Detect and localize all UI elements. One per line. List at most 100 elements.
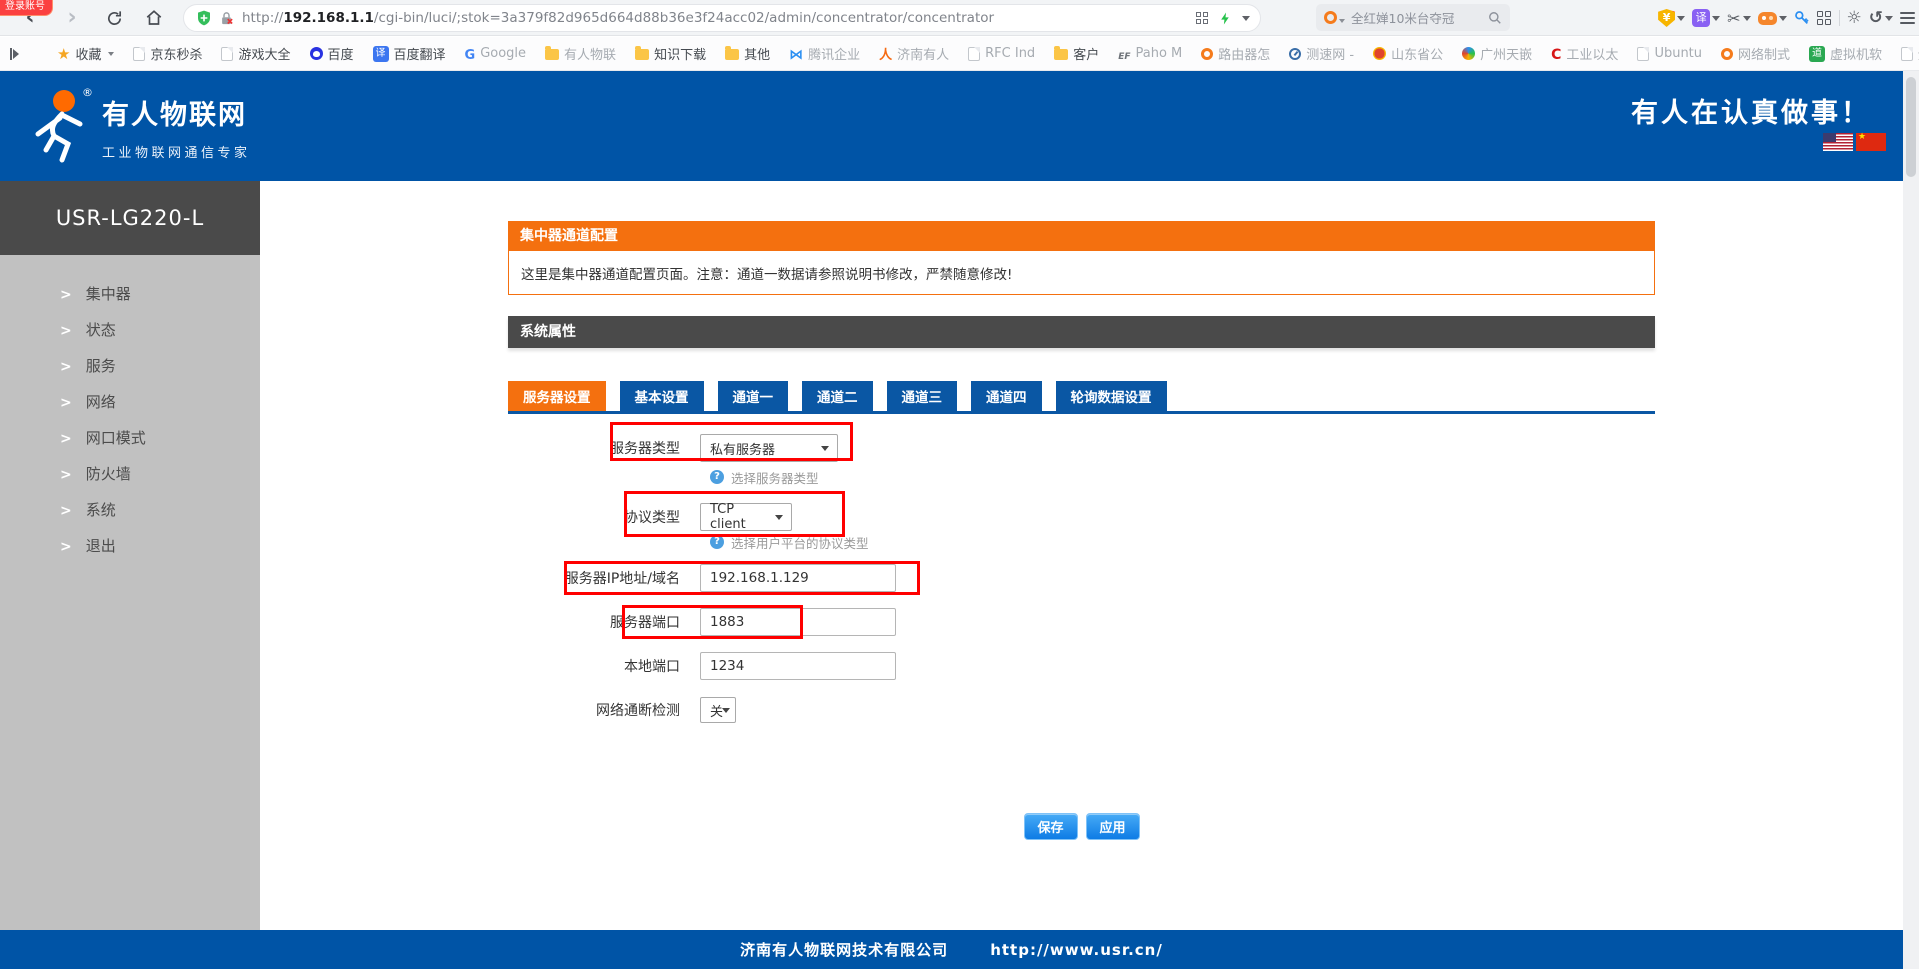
search-input[interactable]: 全红婵10米台夺冠 — [1351, 8, 1488, 27]
bookmark-item[interactable]: 虚拟机软 — [1809, 44, 1882, 63]
bookmark-item[interactable]: Ubuntu — [1637, 46, 1702, 61]
save-button[interactable]: 保存 — [1024, 813, 1078, 840]
search-engine-dropdown-icon[interactable] — [1339, 19, 1345, 23]
bookmark-item[interactable]: 广州天嵌 — [1462, 44, 1532, 63]
brand-title: 有人物联网 — [102, 93, 251, 132]
net-detect-select[interactable]: 关 — [700, 697, 736, 723]
folder-icon — [725, 49, 739, 60]
sidebar-item-services[interactable]: 服务 — [0, 347, 260, 383]
refresh-button[interactable] — [100, 4, 128, 32]
chevron-down-icon[interactable] — [1779, 16, 1787, 21]
bookmark-item[interactable]: 有人物联 — [545, 44, 616, 63]
bookmark-item[interactable]: 路由器怎 — [1201, 44, 1270, 63]
theme-icon[interactable] — [1847, 8, 1862, 28]
folder-icon — [1054, 49, 1068, 60]
search-engine-logo-icon[interactable] — [1324, 11, 1337, 24]
form-row-server-ip: 服务器IP地址/域名 — [508, 564, 1655, 592]
sidebar-item-system[interactable]: 系统 — [0, 491, 260, 527]
local-port-input[interactable] — [700, 652, 896, 680]
doc-icon — [1637, 47, 1649, 61]
protocol-type-select[interactable]: TCP client — [700, 503, 792, 531]
chevron-down-icon[interactable] — [1677, 16, 1685, 21]
chevron-down-icon[interactable] — [1743, 16, 1751, 21]
sidebar-item-concentrator[interactable]: 集中器 — [0, 275, 260, 311]
server-ip-label: 服务器IP地址/域名 — [508, 568, 690, 588]
refresh-icon — [106, 10, 123, 27]
bookmark-item[interactable]: 远程升级 — [1901, 44, 1919, 63]
usr-logo: ® — [24, 84, 96, 168]
server-ip-input[interactable] — [700, 564, 896, 592]
server-port-input[interactable] — [700, 608, 896, 636]
search-box[interactable]: 全红婵10米台夺冠 — [1316, 4, 1510, 31]
sidebar-item-logout[interactable]: 退出 — [0, 527, 260, 563]
star-icon — [57, 44, 70, 63]
chevron-down-icon[interactable] — [1712, 16, 1720, 21]
bookmark-item[interactable]: 腾讯企业 — [789, 44, 860, 63]
page-note: 这里是集中器通道配置页面。注意：通道一数据请参照说明书修改，严禁随意修改! — [508, 251, 1655, 295]
menu-icon[interactable] — [1900, 12, 1915, 24]
sidebar-item-port-mode[interactable]: 网口模式 — [0, 419, 260, 455]
bookmark-item[interactable]: RFC Ind — [968, 46, 1035, 61]
tab-channel-4[interactable]: 通道四 — [971, 381, 1042, 411]
cn-flag-icon[interactable] — [1856, 133, 1886, 151]
tab-channel-1[interactable]: 通道一 — [718, 381, 789, 411]
bookmark-item[interactable]: 游戏大全 — [221, 44, 290, 63]
qr-code-icon[interactable] — [1196, 12, 1209, 25]
forward-button[interactable]: › — [58, 4, 86, 32]
insecure-lock-icon[interactable] — [219, 11, 234, 26]
screenshot-tool[interactable] — [1727, 9, 1750, 28]
bookmark-item[interactable]: 百度翻译 — [373, 44, 446, 63]
lightning-icon[interactable] — [1219, 11, 1232, 26]
sidebar: USR-LG220-L 集中器 状态 服务 网络 网口模式 防火墙 系统 退出 — [0, 181, 260, 930]
form-row-protocol-type: 协议类型 TCP client — [508, 503, 1655, 531]
google-icon — [465, 44, 476, 63]
bookmark-item[interactable]: 山东省公 — [1373, 44, 1443, 63]
address-dropdown-icon[interactable] — [1242, 16, 1250, 21]
apply-button[interactable]: 应用 — [1086, 813, 1140, 840]
bookmark-item[interactable]: 测速网 - — [1289, 44, 1354, 63]
us-flag-icon[interactable] — [1823, 133, 1853, 151]
tab-channel-3[interactable]: 通道三 — [887, 381, 958, 411]
bookmark-item[interactable]: 客户 — [1054, 44, 1099, 63]
forward-icon: › — [67, 7, 76, 29]
footer-site-link[interactable]: http://www.usr.cn/ — [990, 941, 1163, 959]
footer-company: 济南有人物联网技术有限公司 — [740, 939, 948, 960]
bookmark-item[interactable]: 京东秒杀 — [133, 44, 202, 63]
address-bar[interactable]: http://192.168.1.1/cgi-bin/luci/;stok=3a… — [183, 4, 1261, 32]
bookmark-item[interactable]: 工业以太 — [1551, 44, 1618, 63]
chevron-right-icon — [60, 428, 72, 447]
url-scheme: http:// — [242, 10, 283, 26]
bookmark-item[interactable]: 其他 — [725, 44, 770, 63]
tab-server-settings[interactable]: 服务器设置 — [508, 381, 606, 411]
sidebar-toggle-icon[interactable] — [10, 48, 19, 60]
search-icon[interactable] — [1488, 11, 1502, 25]
server-type-select[interactable]: 私有服务器 — [700, 434, 838, 462]
bookmark-item[interactable]: Paho M — [1118, 44, 1182, 63]
tab-basic-settings[interactable]: 基本设置 — [620, 381, 704, 411]
wallet-shield-extension[interactable] — [1658, 9, 1685, 27]
translate-extension[interactable] — [1692, 9, 1720, 27]
url-text[interactable]: http://192.168.1.1/cgi-bin/luci/;stok=3a… — [242, 10, 1188, 26]
sidebar-item-network[interactable]: 网络 — [0, 383, 260, 419]
bookmark-item[interactable]: 百度 — [310, 44, 354, 63]
bookmark-item[interactable]: 济南有人 — [879, 44, 949, 63]
bookmark-item[interactable]: 知识下载 — [635, 44, 706, 63]
sidebar-item-firewall[interactable]: 防火墙 — [0, 455, 260, 491]
apps-grid-icon[interactable] — [1817, 11, 1832, 26]
games-extension[interactable] — [1758, 12, 1787, 25]
bookmark-favorites[interactable]: 收藏 — [57, 44, 114, 63]
history-restore[interactable] — [1869, 8, 1893, 28]
bookmark-item[interactable]: 网络制式 — [1721, 44, 1790, 63]
scrollbar-thumb[interactable] — [1906, 77, 1916, 177]
home-button[interactable] — [140, 4, 168, 32]
password-key-icon[interactable] — [1794, 10, 1810, 26]
login-account-badge[interactable]: 登录账号 — [0, 0, 52, 15]
page-scrollbar[interactable] — [1903, 71, 1919, 969]
bookmark-item[interactable]: Google — [465, 44, 527, 63]
tab-polling-data[interactable]: 轮询数据设置 — [1056, 381, 1167, 411]
tab-channel-2[interactable]: 通道二 — [802, 381, 873, 411]
protocol-type-help: 选择用户平台的协议类型 — [710, 533, 1655, 551]
sidebar-item-status[interactable]: 状态 — [0, 311, 260, 347]
chevron-down-icon[interactable] — [1885, 16, 1893, 21]
adblock-shield-icon[interactable] — [196, 10, 212, 26]
